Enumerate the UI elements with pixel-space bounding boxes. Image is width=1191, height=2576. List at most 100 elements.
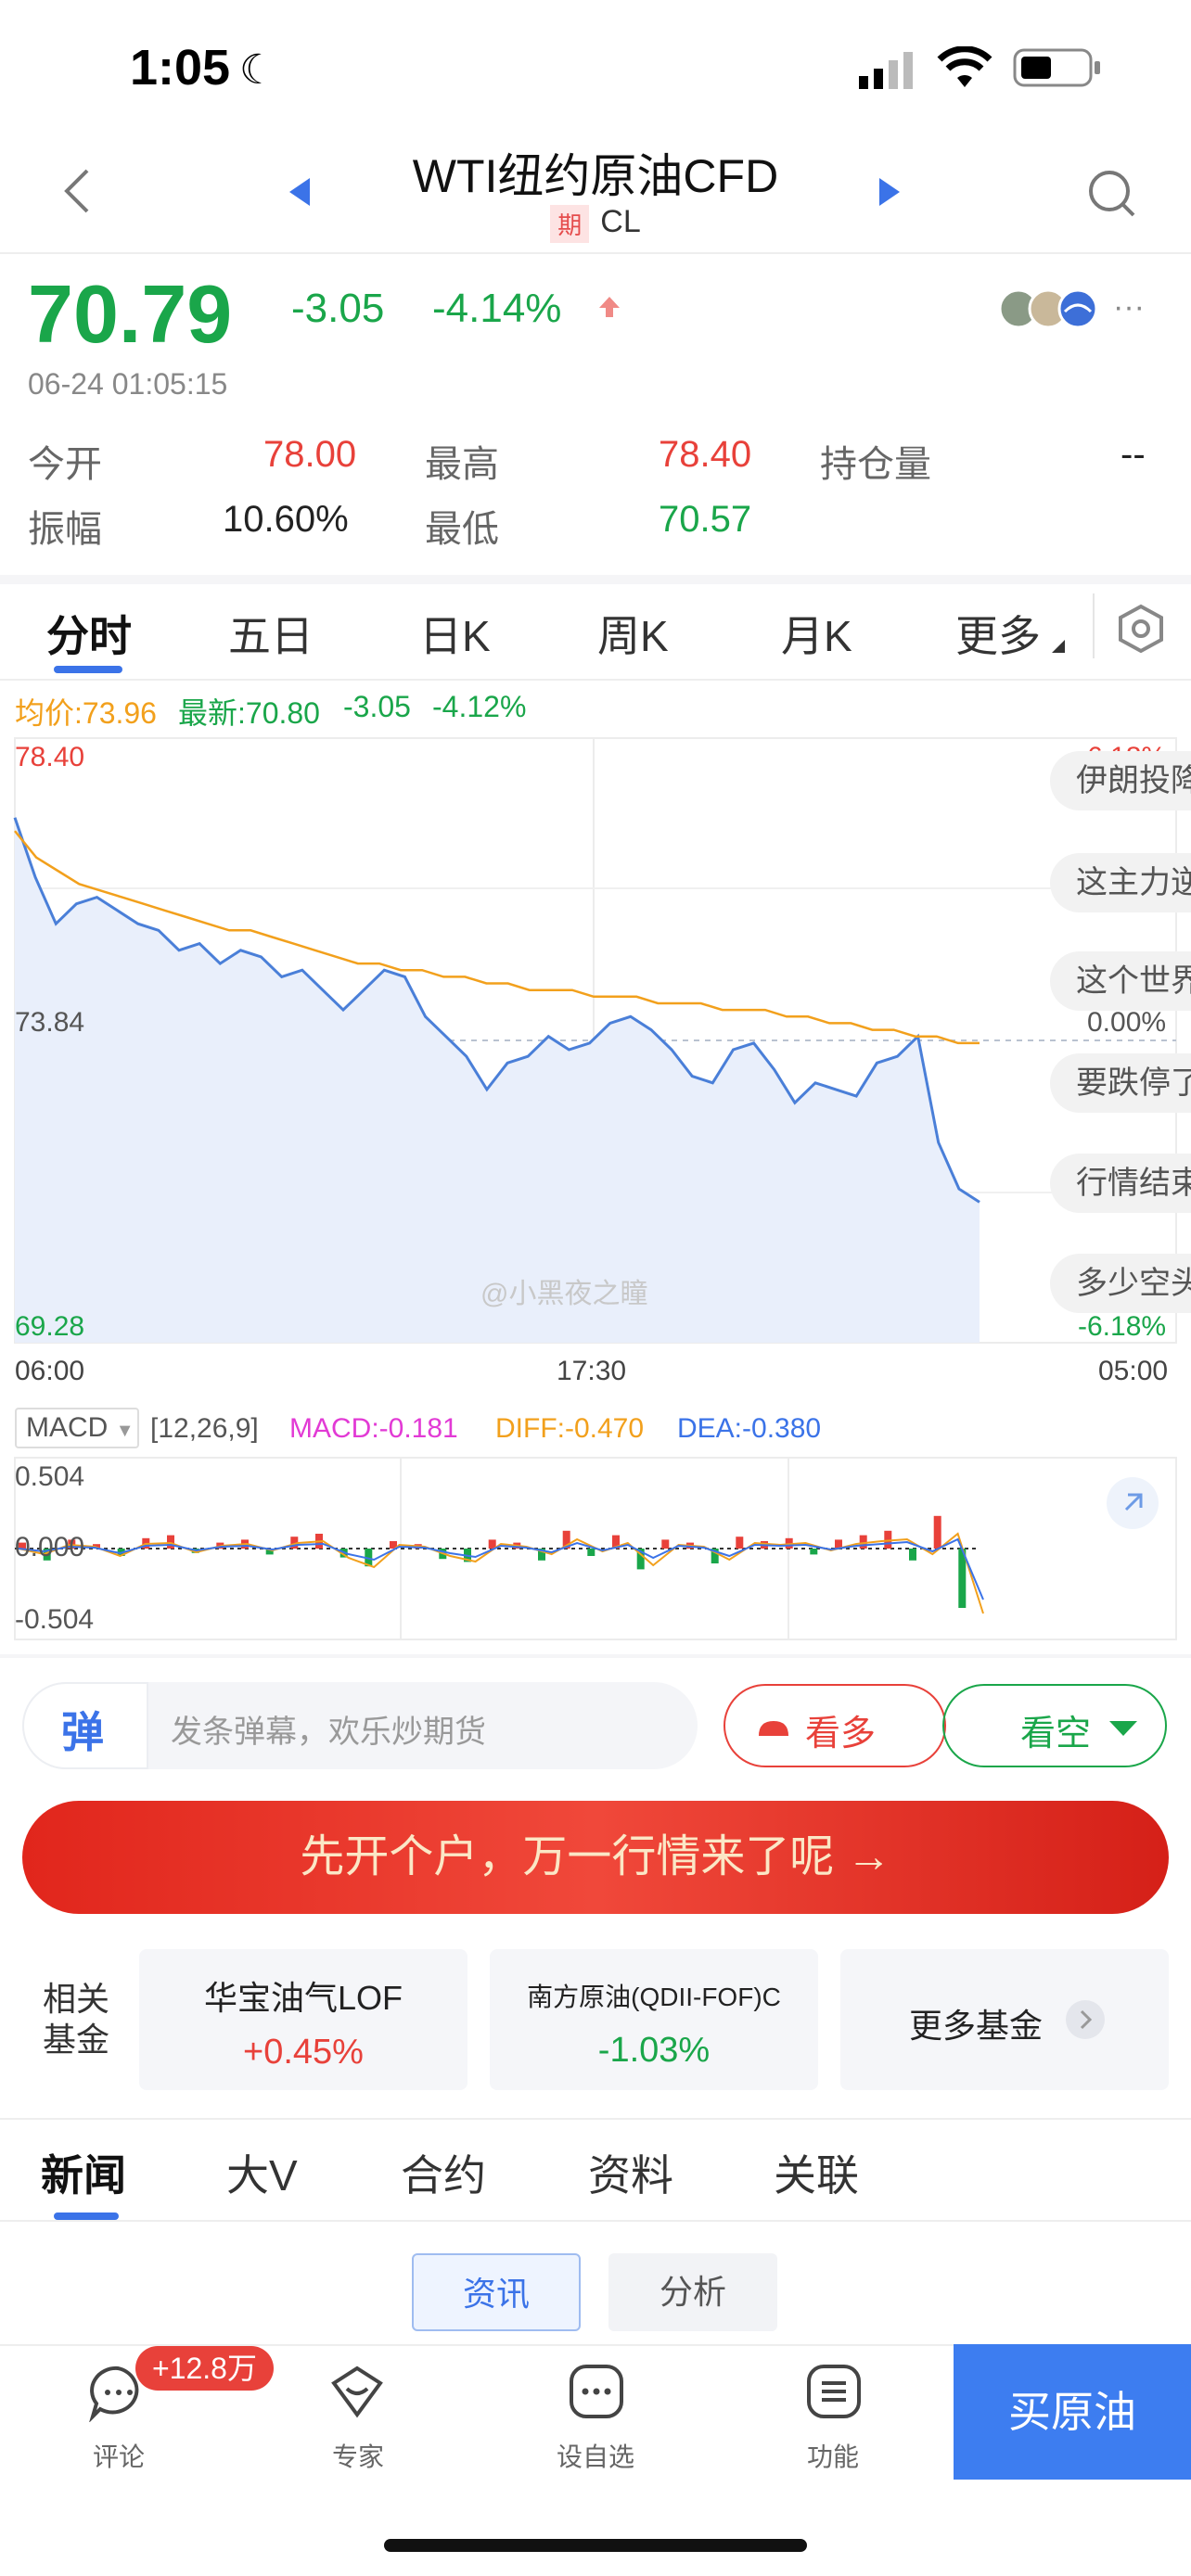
danmu-bubble[interactable]: 伊朗投降 (1050, 751, 1191, 810)
bullish-button[interactable]: 看多 (724, 1684, 946, 1767)
tab-more[interactable]: 更多 (955, 603, 1041, 664)
pct-bottom-label: -6.18% (1078, 1311, 1167, 1342)
dropdown-icon: ▼ (115, 1421, 134, 1441)
macd-chart[interactable] (0, 1456, 1191, 1641)
tab-5day[interactable]: 五日 (228, 603, 314, 664)
y-bottom-label: 69.28 (15, 1311, 85, 1342)
danmu-bubble[interactable]: 要跌停了 (1050, 1053, 1191, 1113)
more-funds-label: 更多基金 (909, 2007, 1044, 2045)
tab-monthly[interactable]: 月K (781, 603, 852, 664)
tab-profile[interactable]: 资料 (588, 2142, 673, 2203)
tab-intraday[interactable]: 分时 (46, 603, 132, 664)
segment-analysis[interactable]: 分析 (608, 2253, 777, 2331)
search-icon[interactable] (1085, 167, 1137, 223)
fund-pct: +0.45% (243, 2033, 364, 2072)
y-mid-label: 73.84 (15, 1007, 85, 1038)
danmu-bubble[interactable]: 多少空头 (1050, 1254, 1191, 1313)
comment-badge: +12.8万 (135, 2346, 274, 2391)
macd-mid-label: 0.000 (15, 1532, 85, 1562)
tab-related[interactable]: 关联 (774, 2142, 859, 2203)
macd-bar (661, 1539, 670, 1549)
battery-icon (1013, 48, 1102, 92)
fund-name: 南方原油(QDII-FOF)C (527, 1983, 781, 2011)
watermark: @小黑夜之瞳 (480, 1279, 648, 1309)
macd-params: [12,26,9] (150, 1413, 259, 1444)
oi-label: 持仓量 (820, 444, 931, 485)
fund-card[interactable]: 南方原油(QDII-FOF)C -1.03% (490, 1949, 818, 2090)
last-price: 70.79 (28, 268, 233, 360)
y-top-label: 78.40 (15, 742, 85, 772)
pct-legend: -4.12% (432, 690, 527, 723)
open-value: 78.00 (263, 434, 357, 475)
intraday-chart[interactable] (0, 734, 1191, 1346)
open-label: 今开 (28, 444, 102, 485)
code-label: CL (600, 204, 641, 239)
avatar-group[interactable] (998, 287, 1106, 335)
moon-icon: ☾ (239, 47, 276, 93)
arrow-up-icon (597, 295, 621, 324)
tab-contract[interactable]: 合约 (401, 2142, 486, 2203)
quote-timestamp: 06-24 01:05:15 (28, 367, 228, 401)
macd-bar (587, 1549, 596, 1556)
low-label: 最低 (425, 509, 499, 550)
avg-price-legend: 均价:73.96 (15, 696, 157, 730)
chevron-right-icon (1066, 2000, 1105, 2039)
lower-tab-indicator (54, 2213, 119, 2220)
danmu-icon[interactable]: 弹 (22, 1682, 148, 1769)
dea-value: DEA:-0.380 (677, 1413, 822, 1444)
segment-news[interactable]: 资讯 (412, 2253, 581, 2331)
macd-bar (859, 1535, 867, 1549)
pct-mid-label: 0.00% (1087, 1007, 1167, 1038)
settings-icon[interactable] (1117, 603, 1165, 659)
comment-label[interactable]: 评论 (54, 2437, 184, 2474)
tab-bigv[interactable]: 大V (226, 2142, 298, 2203)
bearish-button[interactable]: 看空 (942, 1684, 1167, 1767)
danmu-bubble[interactable]: 这个世界 (1050, 951, 1191, 1011)
macd-bar (167, 1535, 174, 1549)
macd-top-label: 0.504 (15, 1461, 85, 1492)
more-funds-button[interactable]: 更多基金 (840, 1949, 1169, 2090)
fund-name: 华宝油气LOF (203, 1979, 403, 2017)
x-end-label: 05:00 (1098, 1356, 1169, 1386)
danmu-bubble[interactable]: 这主力逆 (1050, 853, 1191, 912)
amplitude-label: 振幅 (28, 509, 102, 550)
expert-icon[interactable] (328, 2363, 386, 2425)
x-mid-label: 17:30 (557, 1356, 627, 1386)
x-start-label: 06:00 (15, 1356, 85, 1386)
function-label[interactable]: 功能 (768, 2437, 898, 2474)
tab-weekly[interactable]: 周K (597, 603, 669, 664)
futures-badge: 期 (550, 204, 590, 243)
status-time: 1:05 (130, 40, 231, 96)
macd-bar (933, 1515, 941, 1549)
page-title: WTI纽约原油CFD (412, 150, 779, 202)
contract-code: 期 CL (0, 204, 1191, 243)
danmu-bubble[interactable]: 行情结束 (1050, 1154, 1191, 1213)
more-icon[interactable]: ··· (1113, 289, 1145, 325)
tab-news[interactable]: 新闻 (41, 2142, 126, 2203)
watchlist-icon[interactable] (568, 2363, 625, 2425)
tab-daily[interactable]: 日K (419, 603, 491, 664)
macd-value: MACD:-0.181 (289, 1413, 458, 1444)
next-contract-icon[interactable] (877, 176, 902, 212)
buy-button[interactable]: 买原油 (954, 2344, 1191, 2480)
open-account-banner[interactable]: 先开个户，万一行情来了呢 → (22, 1801, 1169, 1914)
indicator-select[interactable]: MACD ▼ (15, 1408, 139, 1448)
price-area (15, 817, 980, 1343)
expand-icon[interactable] (1106, 1476, 1159, 1535)
related-funds-label: 相关基金 (43, 1980, 110, 2059)
signal-icon (859, 52, 918, 94)
oi-value: -- (1121, 434, 1146, 475)
tab-indicator (54, 666, 122, 673)
expert-label[interactable]: 专家 (293, 2437, 423, 2474)
fund-card[interactable]: 华宝油气LOF +0.45% (139, 1949, 467, 2090)
indicator-name: MACD (26, 1412, 109, 1443)
macd-bottom-label: -0.504 (15, 1604, 95, 1635)
watchlist-label[interactable]: 设自选 (531, 2437, 660, 2474)
high-value: 78.40 (659, 434, 752, 475)
last-price-legend: 最新:70.80 (178, 696, 320, 730)
high-label: 最高 (425, 444, 499, 485)
chg-legend: -3.05 (343, 690, 411, 723)
function-icon[interactable] (805, 2363, 863, 2425)
bearish-label: 看空 (1020, 1715, 1092, 1753)
danmu-placeholder: 发条弹幕，欢乐炒期货 (171, 1715, 486, 1750)
